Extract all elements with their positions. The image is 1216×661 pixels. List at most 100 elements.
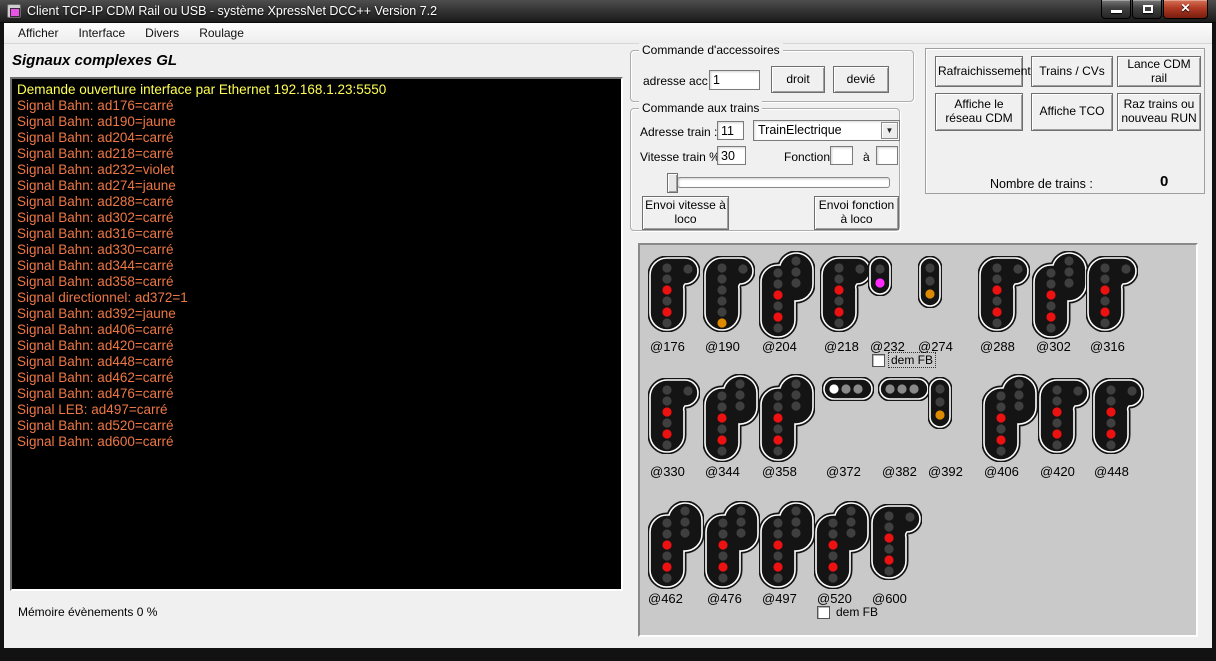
signal-420[interactable] bbox=[1038, 378, 1090, 454]
signal-lamp bbox=[1100, 263, 1109, 272]
signal-190[interactable] bbox=[703, 256, 755, 332]
acc-address-input[interactable] bbox=[709, 70, 760, 90]
signal-lamp bbox=[773, 402, 782, 411]
signal-406[interactable] bbox=[982, 374, 1038, 462]
signal-lamp bbox=[1046, 290, 1055, 299]
signal-lamp bbox=[897, 384, 906, 393]
signal-lamp bbox=[1073, 386, 1082, 395]
signal-497[interactable] bbox=[759, 501, 815, 589]
accessories-group-title: Commande d'accessoires bbox=[639, 43, 783, 57]
signal-label-448: @448 bbox=[1094, 464, 1129, 479]
signal-392[interactable] bbox=[928, 377, 952, 429]
lance-cdm-rail-button[interactable]: Lance CDM rail bbox=[1117, 56, 1201, 87]
application-window: { "window": { "title": "Client TCP-IP CD… bbox=[0, 0, 1216, 661]
signal-lamp bbox=[1052, 418, 1061, 427]
signal-lamp bbox=[791, 506, 800, 515]
menu-divers[interactable]: Divers bbox=[135, 24, 189, 42]
menu-interface[interactable]: Interface bbox=[68, 24, 135, 42]
close-button[interactable]: ✕ bbox=[1163, 0, 1208, 19]
menu-roulage[interactable]: Roulage bbox=[189, 24, 254, 42]
signal-label-344: @344 bbox=[705, 464, 740, 479]
train-type-select[interactable]: TrainElectrique ▼ bbox=[753, 120, 900, 141]
signal-lamp bbox=[1046, 312, 1055, 321]
signal-lamp bbox=[717, 402, 726, 411]
send-function-button[interactable]: Envoi fonction à loco bbox=[814, 196, 899, 230]
signal-lamp bbox=[855, 264, 864, 273]
signal-274[interactable] bbox=[918, 256, 942, 308]
signal-448[interactable] bbox=[1092, 378, 1144, 454]
signal-330[interactable] bbox=[648, 378, 700, 454]
devie-button[interactable]: devié bbox=[833, 66, 889, 93]
signal-316[interactable] bbox=[1086, 256, 1138, 332]
signal-lamp bbox=[791, 267, 800, 276]
rafraichissement-button[interactable]: Rafraichissement bbox=[935, 56, 1023, 87]
signal-lamp bbox=[773, 562, 782, 571]
signal-lamp bbox=[1100, 285, 1109, 294]
signal-232[interactable] bbox=[868, 256, 892, 296]
affiche-le-r-seau-cdm-button[interactable]: Affiche le réseau CDM bbox=[935, 93, 1023, 131]
signal-288[interactable] bbox=[978, 256, 1030, 332]
signal-lamp bbox=[1100, 274, 1109, 283]
dem-fb-checkbox-2[interactable] bbox=[817, 606, 830, 619]
signal-lamp bbox=[735, 379, 744, 388]
train-speed-input[interactable] bbox=[717, 146, 746, 165]
signal-lamp bbox=[1046, 301, 1055, 310]
titlebar[interactable]: Client TCP-IP CDM Rail ou USB - système … bbox=[0, 0, 1216, 23]
affiche-tco-button[interactable]: Affiche TCO bbox=[1031, 93, 1113, 131]
function-to-input[interactable] bbox=[876, 146, 898, 165]
signal-302[interactable] bbox=[1032, 251, 1088, 339]
signal-lamp bbox=[1014, 379, 1023, 388]
signal-lamp bbox=[717, 435, 726, 444]
signal-520[interactable] bbox=[814, 501, 870, 589]
signal-176[interactable] bbox=[648, 256, 700, 332]
signal-lamp bbox=[662, 551, 671, 560]
signal-lamp bbox=[717, 446, 726, 455]
signal-lamp bbox=[735, 390, 744, 399]
signal-lamp bbox=[828, 551, 837, 560]
signal-358[interactable] bbox=[759, 374, 815, 462]
speed-slider-thumb[interactable] bbox=[667, 173, 678, 193]
send-speed-button[interactable]: Envoi vitesse à loco bbox=[642, 196, 729, 230]
maximize-button[interactable] bbox=[1132, 0, 1162, 19]
minimize-button[interactable] bbox=[1101, 0, 1131, 19]
event-console[interactable]: Demande ouverture interface par Ethernet… bbox=[10, 77, 623, 591]
signal-label-190: @190 bbox=[705, 339, 740, 354]
signal-462[interactable] bbox=[648, 501, 704, 589]
signal-218[interactable] bbox=[820, 256, 872, 332]
console-line: Signal Bahn: ad176=carré bbox=[17, 98, 616, 114]
signal-lamp bbox=[884, 522, 893, 531]
signal-lamp bbox=[829, 384, 838, 393]
signal-lamp bbox=[680, 517, 689, 526]
signal-label-420: @420 bbox=[1040, 464, 1075, 479]
menu-afficher[interactable]: Afficher bbox=[8, 24, 68, 42]
speed-slider-track[interactable] bbox=[677, 177, 890, 188]
signal-label-476: @476 bbox=[707, 591, 742, 606]
console-line: Signal Bahn: ad302=carré bbox=[17, 210, 616, 226]
actions-panel: Nombre de trains : 0 RafraichissementTra… bbox=[925, 48, 1205, 194]
signal-lamp bbox=[717, 296, 726, 305]
signal-label-330: @330 bbox=[650, 464, 685, 479]
signal-344[interactable] bbox=[703, 374, 759, 462]
signal-lamp bbox=[773, 518, 782, 527]
signal-372[interactable] bbox=[822, 377, 874, 401]
signal-204[interactable] bbox=[759, 251, 815, 339]
console-line: Signal Bahn: ad190=jaune bbox=[17, 114, 616, 130]
signal-476[interactable] bbox=[704, 501, 760, 589]
raz-trains-ou-nouveau-run-button[interactable]: Raz trains ou nouveau RUN bbox=[1117, 93, 1201, 131]
console-line: Signal Bahn: ad204=carré bbox=[17, 130, 616, 146]
function-from-input[interactable] bbox=[830, 146, 853, 165]
trains-cvs-button[interactable]: Trains / CVs bbox=[1031, 56, 1113, 87]
signal-lamp bbox=[996, 424, 1005, 433]
signal-382[interactable] bbox=[878, 377, 930, 401]
signal-600[interactable] bbox=[870, 504, 922, 580]
console-line: Signal Bahn: ad448=carré bbox=[17, 354, 616, 370]
signal-lamp bbox=[1121, 264, 1130, 273]
signal-label-497: @497 bbox=[762, 591, 797, 606]
chevron-down-icon[interactable]: ▼ bbox=[881, 122, 898, 139]
train-address-input[interactable] bbox=[717, 121, 744, 140]
signal-lamp bbox=[662, 274, 671, 283]
signal-lamp bbox=[662, 529, 671, 538]
signal-lamp bbox=[662, 318, 671, 327]
dem-fb-checkbox-1[interactable] bbox=[872, 354, 885, 367]
droit-button[interactable]: droit bbox=[771, 66, 825, 93]
